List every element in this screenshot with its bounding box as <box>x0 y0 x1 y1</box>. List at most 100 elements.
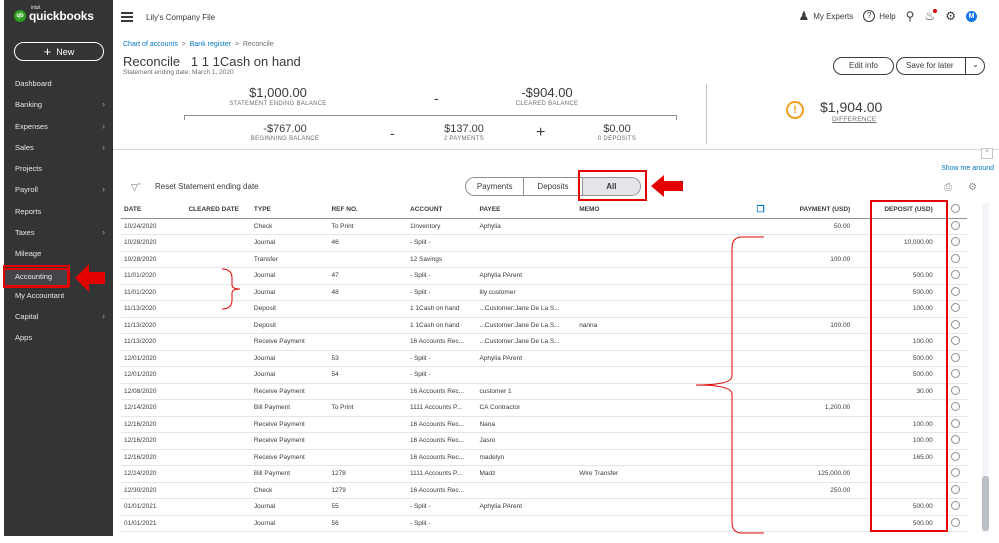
table-scrollbar-thumb[interactable] <box>982 476 989 531</box>
table-row[interactable]: 10/24/2020 Check To Print 1Inventory Aphylia… <box>121 218 967 235</box>
table-row[interactable]: 11/13/2020 Deposit 1 1Cash on hand ...Custo… <box>121 317 967 334</box>
clear-transaction-checkbox[interactable] <box>951 220 961 230</box>
sidebar-item-expenses[interactable]: Expenses › <box>4 119 113 140</box>
clear-transaction-checkbox[interactable] <box>951 418 961 428</box>
sidebar-item-payroll[interactable]: Payroll › <box>4 182 113 203</box>
cell-account: - Split - <box>407 515 477 532</box>
cell-account: 1111 Accounts P... <box>407 399 477 417</box>
clear-transaction-checkbox[interactable] <box>951 336 961 346</box>
table-row[interactable]: 12/16/2020 Receive Payment 16 Accounts Rec… <box>121 449 967 466</box>
tab-deposits[interactable]: Deposits <box>523 178 583 195</box>
sidebar-item-banking[interactable]: Banking › <box>4 97 113 118</box>
cell-payment: 100.00 <box>781 317 863 334</box>
save-for-later-button[interactable]: Save for later ⌄ <box>896 57 985 75</box>
quickbooks-logo[interactable]: qb intuit quickbooks <box>14 5 94 23</box>
table-row[interactable]: 11/13/2020 Receive Payment 16 Accounts Rec… <box>121 333 967 351</box>
col-date[interactable]: DATE <box>121 202 186 219</box>
table-row[interactable]: 12/16/2020 Receive Payment 16 Accounts Rec… <box>121 432 967 450</box>
clear-transaction-checkbox[interactable] <box>951 402 961 412</box>
notifications-bell-icon[interactable]: ♨ <box>924 9 937 23</box>
copy-columns-icon[interactable]: ❐ <box>756 204 764 214</box>
sidebar-item-taxes[interactable]: Taxes › <box>4 225 113 246</box>
sidebar-item-apps[interactable]: Apps <box>4 330 113 351</box>
avatar[interactable]: M <box>966 10 977 22</box>
clear-transaction-checkbox[interactable] <box>951 352 961 362</box>
collapse-chevron-up-icon[interactable]: ⌃ <box>981 148 993 159</box>
breadcrumb-chart-of-accounts[interactable]: Chart of accounts <box>123 41 178 48</box>
beginning-balance: -$767.00 BEGINNING BALANCE <box>225 123 345 143</box>
clear-transaction-checkbox[interactable] <box>951 501 961 511</box>
table-row[interactable]: 12/08/2020 Receive Payment 16 Accounts Rec… <box>121 383 967 400</box>
table-row[interactable]: 12/30/2020 Check 1279 16 Accounts Rec... 250… <box>121 482 967 499</box>
chevron-down-icon[interactable]: ⌄ <box>965 57 985 75</box>
table-row[interactable]: 12/16/2020 Receive Payment 16 Accounts Rec… <box>121 416 967 433</box>
sidebar-item-projects[interactable]: Projects <box>4 161 113 182</box>
clear-transaction-checkbox[interactable] <box>951 484 961 494</box>
clear-transaction-checkbox[interactable] <box>951 435 961 445</box>
table-row[interactable]: 12/14/2020 Bill Payment To Print 1111 Accou… <box>121 399 967 417</box>
cell-clear-toggle <box>944 366 967 384</box>
print-icon[interactable]: ⎙ <box>944 182 952 193</box>
table-row[interactable]: 10/28/2020 Journal 46- Split -10,000.00 <box>121 234 967 252</box>
table-row[interactable]: 12/01/2020 Journal 54- Split -500.00 <box>121 366 967 384</box>
col-payment[interactable]: PAYMENT (USD) <box>781 202 863 219</box>
col-type[interactable]: TYPE <box>250 202 329 219</box>
cell-ref-no <box>328 416 407 433</box>
table-row[interactable]: 11/01/2020 Journal 48- Split - lily custome… <box>121 284 967 301</box>
new-button[interactable]: + New <box>14 42 104 61</box>
clear-transaction-checkbox[interactable] <box>951 237 961 247</box>
sidebar-item-capital[interactable]: Capital › <box>4 309 113 330</box>
cell-cleared-date <box>185 432 251 450</box>
clear-transaction-checkbox[interactable] <box>951 517 961 527</box>
cell-clear-toggle <box>944 432 967 450</box>
table-row[interactable]: 01/01/2021 Journal 55- Split - Aphylia PAre… <box>121 498 967 516</box>
reset-statement-date-link[interactable]: Reset Statement ending date <box>155 182 259 191</box>
breadcrumb-bank-register[interactable]: Bank register <box>190 41 231 48</box>
col-payee[interactable]: PAYEE <box>476 202 577 219</box>
clear-transaction-checkbox[interactable] <box>951 385 961 395</box>
cell-payment <box>781 267 863 285</box>
sidebar-item-label: Reports <box>15 206 42 216</box>
cell-cleared-date <box>185 515 251 532</box>
clear-transaction-checkbox[interactable] <box>951 286 961 296</box>
help-link[interactable]: ? Help <box>863 10 896 22</box>
sidebar-item-sales[interactable]: Sales › <box>4 140 113 161</box>
select-all-checkbox[interactable] <box>951 204 961 214</box>
clear-transaction-checkbox[interactable] <box>951 303 961 313</box>
hamburger-menu-icon[interactable] <box>121 12 133 22</box>
table-settings-gear-icon[interactable]: ⚙ <box>968 182 977 193</box>
filter-icon[interactable]: ▽ˇ <box>131 182 141 193</box>
summary-divider-tick-right <box>676 115 677 120</box>
table-row[interactable]: 12/24/2020 Bill Payment 1278 1111 Accounts … <box>121 465 967 483</box>
table-row[interactable]: 11/01/2020 Journal 47- Split - Aphylia PAre… <box>121 267 967 285</box>
col-memo[interactable]: MEMO <box>576 202 754 219</box>
table-row[interactable]: 12/01/2020 Journal 53- Split - Aphylia PAre… <box>121 350 967 367</box>
sidebar-item-reports[interactable]: Reports <box>4 204 113 225</box>
clear-transaction-checkbox[interactable] <box>951 369 961 379</box>
payments-total: $137.00 2 PAYMENTS <box>404 123 524 143</box>
my-experts-link[interactable]: ♟ My Experts <box>798 9 853 23</box>
gear-icon[interactable]: ⚙ <box>945 9 956 23</box>
col-ref-no[interactable]: REF NO. <box>328 202 407 219</box>
table-row[interactable]: 10/28/2020 Transfer 12 Savings 100.00 <box>121 251 967 268</box>
table-row[interactable]: 11/13/2020 Deposit 1 1Cash on hand ...Custo… <box>121 300 967 318</box>
chevron-right-icon: › <box>102 120 105 131</box>
clear-transaction-checkbox[interactable] <box>951 319 961 329</box>
search-icon[interactable]: ⚲ <box>906 9 915 23</box>
tab-payments[interactable]: Payments <box>466 178 523 195</box>
clear-transaction-checkbox[interactable] <box>951 270 961 280</box>
cell-ref-no <box>328 300 407 318</box>
show-me-around-link[interactable]: Show me around <box>941 165 994 172</box>
edit-info-button[interactable]: Edit info <box>833 57 894 75</box>
clear-transaction-checkbox[interactable] <box>951 253 961 263</box>
sidebar-item-dashboard[interactable]: Dashboard <box>4 76 113 97</box>
clear-transaction-checkbox[interactable] <box>951 468 961 478</box>
col-account[interactable]: ACCOUNT <box>407 202 477 219</box>
cell-payment: 100.00 <box>781 251 863 268</box>
col-cleared-date[interactable]: CLEARED DATE <box>185 202 251 219</box>
table-row[interactable]: 01/01/2021 Journal 56- Split -500.00 <box>121 515 967 532</box>
cell-payment <box>781 383 863 400</box>
cell-account: 16 Accounts Rec... <box>407 482 477 499</box>
cell-ref-no <box>328 432 407 450</box>
clear-transaction-checkbox[interactable] <box>951 451 961 461</box>
